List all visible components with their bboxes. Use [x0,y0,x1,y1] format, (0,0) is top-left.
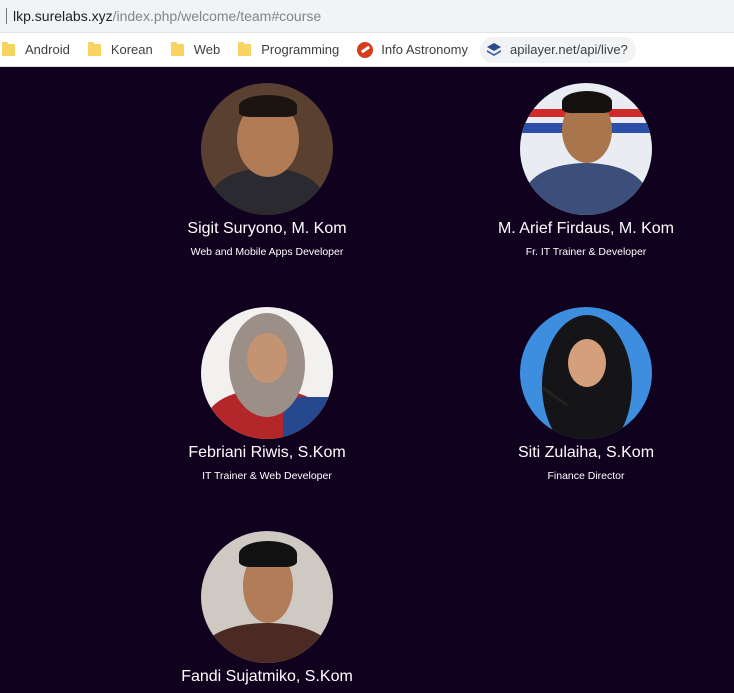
team-member-card: Siti Zulaiha, S.Kom Finance Director [456,307,716,482]
folder-icon [238,41,252,56]
member-role: Web and Mobile Apps Developer [190,246,344,258]
member-name: Siti Zulaiha, S.Kom [517,444,655,461]
bookmark-apilayer[interactable]: apilayer.net/api/live? [479,36,636,63]
bookmark-android[interactable]: Android [2,37,70,63]
bookmark-label: Android [25,42,70,57]
team-member-card: M. Arief Firdaus, M. Kom Fr. IT Trainer … [456,83,716,258]
portrait-photo [520,307,652,439]
folder-icon [87,41,101,56]
member-name: M. Arief Firdaus, M. Kom [497,220,675,237]
folder-icon [170,41,184,56]
bookmark-programming[interactable]: Programming [238,37,339,63]
team-section: Sigit Suryono, M. Kom Web and Mobile App… [0,67,734,693]
bookmark-label: Web [193,42,221,57]
bookmark-korean[interactable]: Korean [87,37,153,63]
bookmarks-bar: Android Korean Web Programming Info Astr… [0,33,734,67]
bookmark-label: Programming [261,42,340,57]
member-name: Fandi Sujatmiko, S.Kom [181,668,353,685]
team-member-card: Febriani Riwis, S.Kom IT Trainer & Web D… [137,307,397,482]
portrait-photo [201,531,333,663]
team-member-card: Fandi Sujatmiko, S.Kom [137,531,397,686]
bookmark-label: Info Astronomy [381,42,468,57]
url-path: /index.php/welcome/team#course [112,8,322,24]
address-bar[interactable]: lkp.surelabs.xyz/index.php/welcome/team#… [0,0,734,33]
portrait-photo [201,83,333,215]
member-role: IT Trainer & Web Developer [202,470,332,482]
layers-icon [486,42,501,56]
text-cursor [6,8,7,24]
member-role: Fr. IT Trainer & Developer [525,246,647,258]
team-member-card: Sigit Suryono, M. Kom Web and Mobile App… [137,83,397,258]
bookmark-info-astronomy[interactable]: Info Astronomy [357,37,468,63]
folder-icon [2,41,15,56]
member-name: Febriani Riwis, S.Kom [188,444,346,461]
member-role: Finance Director [547,470,625,482]
bookmark-web[interactable]: Web [170,37,221,63]
url-host: lkp.surelabs.xyz [13,8,113,24]
bookmark-label: apilayer.net/api/live? [509,42,628,57]
bookmark-label: Korean [110,42,153,57]
portrait-photo [201,307,333,439]
url-text[interactable]: lkp.surelabs.xyz/index.php/welcome/team#… [13,8,321,24]
member-name: Sigit Suryono, M. Kom [187,220,347,237]
astronomy-icon [357,41,374,58]
portrait-photo [520,83,652,215]
